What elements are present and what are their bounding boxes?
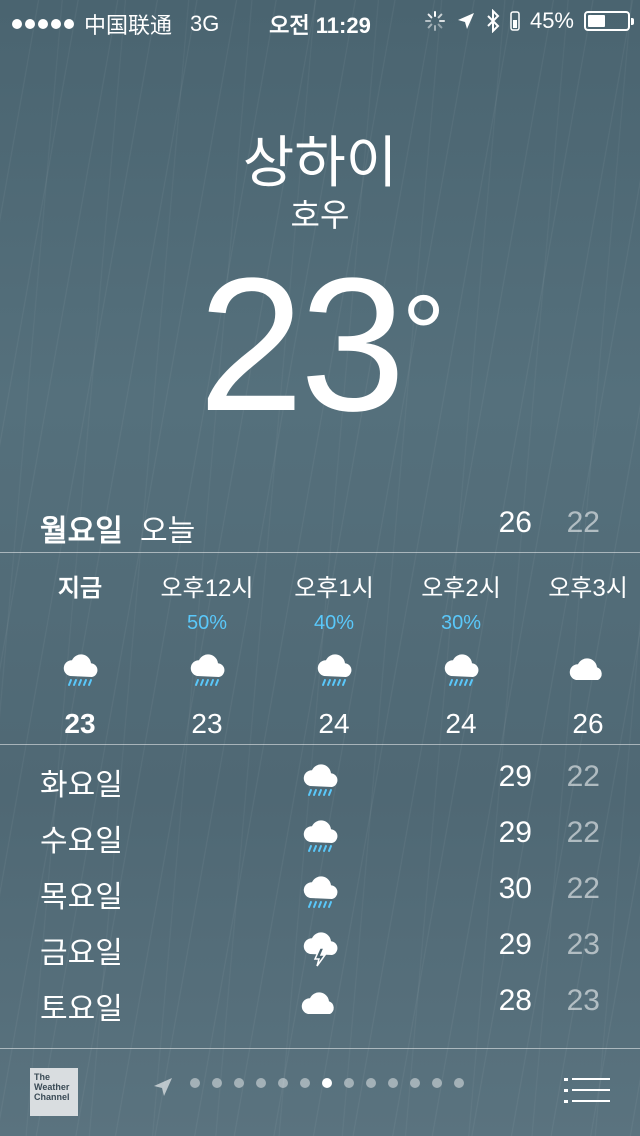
temperature-value: 23: [198, 239, 405, 451]
daily-high: 29: [498, 816, 532, 849]
hourly-time: 오후12시: [160, 575, 254, 602]
city-list-button[interactable]: [564, 1076, 610, 1111]
page-dot[interactable]: [432, 1078, 442, 1088]
bottom-toolbar: The Weather Channel: [0, 1048, 640, 1136]
daily-low: 22: [566, 872, 600, 905]
activity-spinner-icon: [424, 11, 445, 31]
today-low: 22: [566, 506, 600, 539]
current-condition: 호우: [290, 197, 350, 233]
hourly-precip-chance: 50%: [186, 612, 228, 634]
daily-day: 토요일: [40, 993, 123, 1026]
daily-day: 화요일: [40, 769, 123, 802]
hourly-precip-chance: 30%: [440, 612, 482, 634]
page-dot[interactable]: [344, 1078, 354, 1088]
daily-row: 화요일 29 22: [0, 756, 640, 812]
hourly-item: 오후3시 26: [523, 560, 640, 740]
cloud-icon: [523, 640, 640, 700]
status-icons: 45%: [424, 8, 634, 34]
thunderstorm-icon: [300, 928, 340, 976]
daily-low: 22: [566, 816, 600, 849]
daily-day: 목요일: [40, 881, 123, 914]
page-dot[interactable]: [300, 1078, 310, 1088]
hourly-temp: 23: [64, 708, 96, 739]
page-dot[interactable]: [454, 1078, 464, 1088]
page-dot[interactable]: [234, 1078, 244, 1088]
page-indicator[interactable]: [190, 1078, 464, 1088]
degree-symbol: °: [401, 273, 446, 396]
daily-day: 금요일: [40, 937, 123, 970]
daily-high: 28: [498, 984, 532, 1017]
cloud-icon: [300, 984, 340, 1032]
rain-cloud-icon: [142, 640, 272, 700]
today-label: 오늘: [140, 515, 196, 548]
status-bar: 中国联通 3G 오전 11:29 45%: [0, 0, 640, 40]
rain-cloud-icon: [15, 640, 145, 700]
daily-row: 금요일 29 23: [0, 924, 640, 980]
daily-day: 수요일: [40, 825, 123, 858]
hourly-precip-chance: [523, 612, 640, 640]
page-dot[interactable]: [212, 1078, 222, 1088]
page-dot[interactable]: [190, 1078, 200, 1088]
hourly-precip-chance: 40%: [313, 612, 355, 634]
daily-forecast[interactable]: 화요일 29 22 수요일 29 22 목요일 30 22 금요일 29 23 토요일 28 23: [0, 756, 640, 1036]
charging-icon: [510, 11, 520, 31]
hourly-time: 오후2시: [421, 575, 501, 602]
today-day: 월요일: [40, 515, 123, 548]
location-arrow-icon: [457, 13, 474, 29]
hourly-item: 지금 23: [15, 560, 145, 740]
hourly-item: 오후12시 50% 23: [142, 560, 272, 740]
rain-cloud-icon: [300, 760, 340, 808]
page-dot[interactable]: [388, 1078, 398, 1088]
hourly-temp: 26: [572, 708, 604, 739]
page-dot[interactable]: [366, 1078, 376, 1088]
hourly-item: 오후1시 40% 24: [269, 560, 399, 740]
page-dot[interactable]: [410, 1078, 420, 1088]
today-row: 월요일 오늘 26 22: [0, 500, 640, 548]
list-icon: [564, 1078, 610, 1103]
weather-channel-logo[interactable]: The Weather Channel: [30, 1068, 78, 1116]
today-high: 26: [498, 506, 532, 539]
current-temperature: 23°: [0, 250, 640, 440]
hourly-item: 오후2시 30% 24: [396, 560, 526, 740]
rain-cloud-icon: [269, 640, 399, 700]
battery-fill: [588, 15, 606, 27]
divider-bottom: [0, 744, 640, 745]
rain-cloud-icon: [300, 816, 340, 864]
page-dot[interactable]: [278, 1078, 288, 1088]
daily-low: 23: [566, 928, 600, 961]
daily-high: 29: [498, 760, 532, 793]
hourly-temp: 24: [445, 708, 477, 739]
hourly-temp: 23: [191, 708, 223, 739]
page-dot[interactable]: [322, 1078, 332, 1088]
daily-high: 30: [498, 872, 532, 905]
rain-cloud-icon: [300, 872, 340, 920]
daily-row: 수요일 29 22: [0, 812, 640, 868]
hourly-precip-chance: [15, 612, 145, 640]
hourly-time: 오후3시: [548, 575, 628, 602]
hourly-temp: 24: [318, 708, 350, 739]
daily-row: 토요일 28 23: [0, 980, 640, 1036]
rain-cloud-icon: [396, 640, 526, 700]
daily-row: 목요일 30 22: [0, 868, 640, 924]
battery-icon: [584, 11, 634, 31]
daily-low: 22: [566, 760, 600, 793]
city-name: 상하이: [242, 131, 398, 194]
divider-top: [0, 552, 640, 553]
hourly-time: 오후1시: [294, 575, 374, 602]
daily-low: 23: [566, 984, 600, 1017]
battery-percent: 45%: [529, 8, 574, 33]
bluetooth-icon: [487, 9, 500, 33]
daily-high: 29: [498, 928, 532, 961]
page-dot[interactable]: [256, 1078, 266, 1088]
hourly-forecast[interactable]: 지금 23 오후12시 50% 23 오후1시 40% 24 오후2시 30% 24 오후3시 26: [0, 560, 640, 740]
hourly-time: 지금: [57, 575, 103, 602]
current-location-icon: [154, 1078, 172, 1096]
